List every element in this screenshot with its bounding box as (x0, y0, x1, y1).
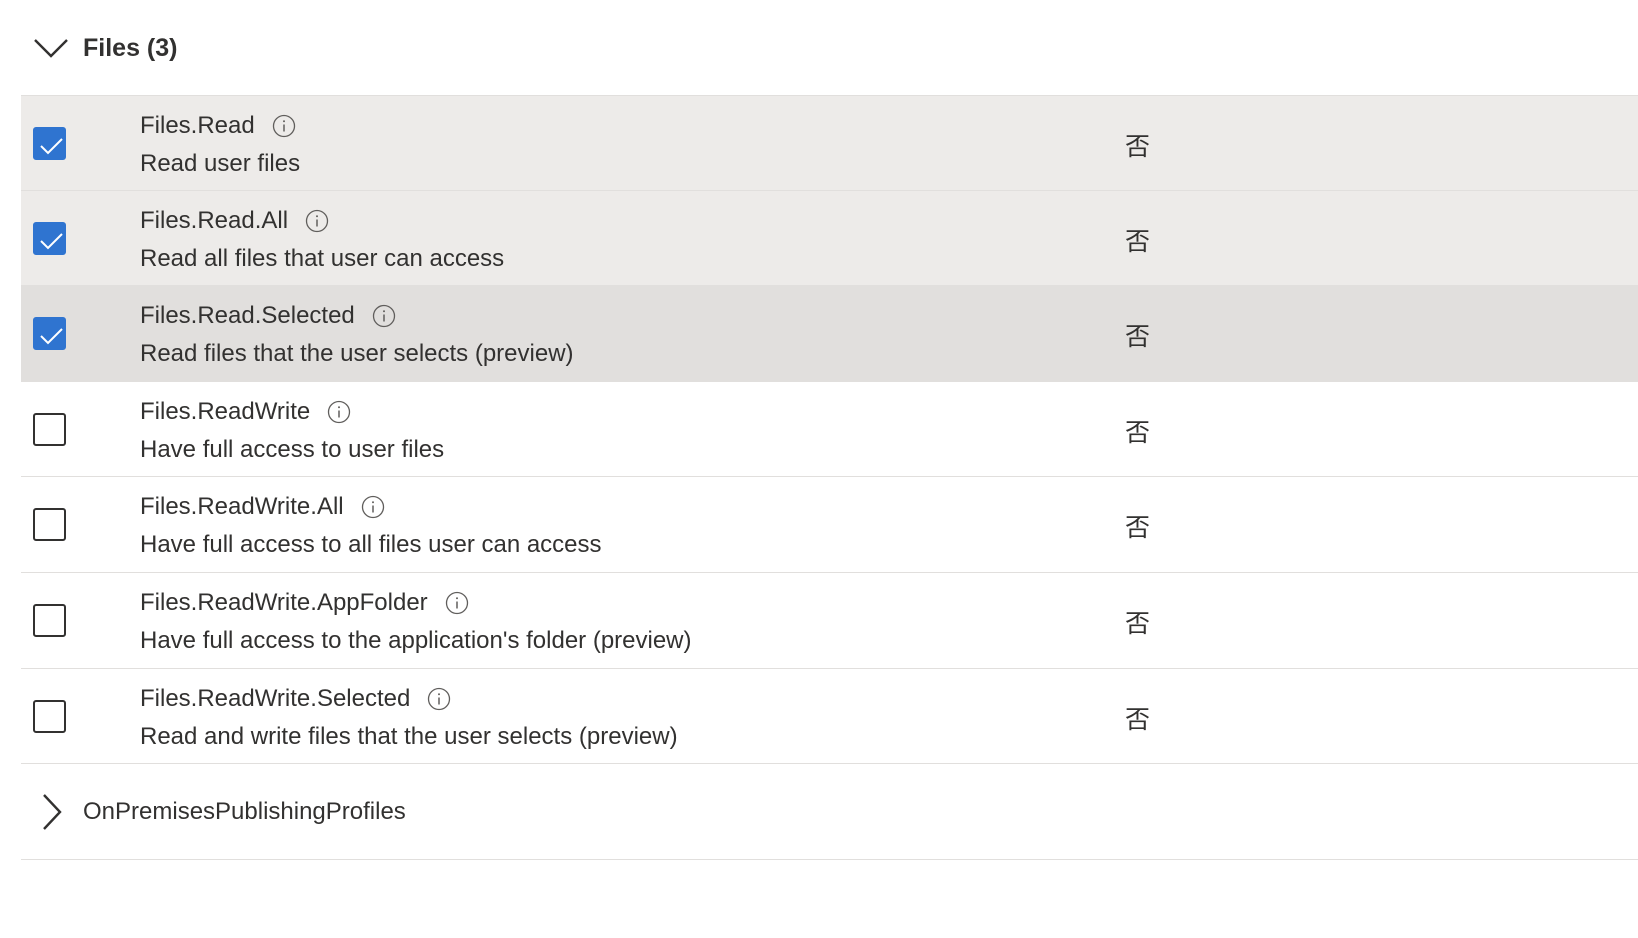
permission-row[interactable]: Files.Read.All Read all files that user … (21, 190, 1638, 287)
group-header-onpremises[interactable]: OnPremisesPublishingProfiles (21, 764, 1638, 861)
permission-checkbox[interactable] (33, 127, 66, 160)
admin-consent-value: 否 (1125, 132, 1151, 161)
permission-checkbox[interactable] (33, 221, 66, 255)
admin-consent-value: 否 (1125, 226, 1151, 256)
group-title: Files (3) (83, 34, 178, 62)
checkmark-icon (40, 232, 63, 250)
admin-consent-value: 否 (1125, 322, 1151, 352)
permission-description: Read all files that user can access (140, 244, 505, 272)
permission-name-wrap: Files.ReadWrite.Selected (140, 685, 451, 713)
permission-name: Files.Read.All (140, 206, 289, 234)
permission-row[interactable]: Files.Read.Selected Read files that the … (21, 286, 1638, 382)
permissions-table: Files.Read Read user files 否 Files.Read.… (21, 95, 1638, 861)
checkmark-icon (40, 328, 63, 345)
info-icon[interactable] (327, 400, 351, 424)
permission-name-wrap: Files.ReadWrite.AppFolder (140, 589, 469, 617)
group-title: OnPremisesPublishingProfiles (83, 798, 406, 826)
permission-name-wrap: Files.Read.Selected (140, 302, 396, 330)
permission-name-wrap: Files.ReadWrite.All (140, 493, 385, 521)
permission-checkbox[interactable] (33, 603, 66, 637)
info-icon[interactable] (445, 591, 469, 615)
permission-name-wrap: Files.Read (140, 112, 296, 140)
permission-row[interactable]: Files.ReadWrite.AppFolder Have full acce… (21, 573, 1638, 669)
permission-name: Files.Read.Selected (140, 302, 355, 330)
permission-row[interactable]: Files.ReadWrite.All Have full access to … (21, 477, 1638, 573)
permission-name-wrap: Files.ReadWrite (140, 398, 351, 426)
permission-name: Files.ReadWrite.All (140, 493, 344, 521)
permission-description: Have full access to all files user can a… (140, 531, 602, 559)
info-icon[interactable] (272, 114, 296, 138)
permission-name: Files.Read (140, 112, 255, 139)
info-icon[interactable] (361, 495, 385, 519)
permission-description: Read and write files that the user selec… (140, 722, 678, 750)
permission-row[interactable]: Files.ReadWrite.Selected Read and write … (21, 669, 1638, 765)
permission-name-wrap: Files.Read.All (140, 207, 329, 235)
permissions-panel: Files (3) Files.Read Read user files 否 F… (0, 0, 1638, 938)
chevron-right-icon[interactable] (39, 792, 65, 832)
permission-checkbox[interactable] (33, 412, 66, 446)
checkmark-icon (40, 138, 63, 155)
permission-checkbox[interactable] (33, 699, 66, 733)
permission-description: Read files that the user selects (previe… (140, 340, 574, 368)
info-icon[interactable] (305, 209, 329, 233)
permission-description: Read user files (140, 150, 301, 177)
permission-description: Have full access to user files (140, 435, 445, 463)
permission-name: Files.ReadWrite.Selected (140, 684, 411, 712)
permission-checkbox[interactable] (33, 317, 66, 351)
permission-description: Have full access to the application's fo… (140, 626, 692, 654)
chevron-down-icon[interactable] (32, 34, 72, 62)
permission-name: Files.ReadWrite.AppFolder (140, 588, 428, 616)
admin-consent-value: 否 (1125, 704, 1151, 734)
permission-name: Files.ReadWrite (140, 397, 311, 425)
info-icon[interactable] (427, 687, 451, 711)
permission-row[interactable]: Files.ReadWrite Have full access to user… (21, 382, 1638, 478)
admin-consent-value: 否 (1125, 513, 1151, 543)
admin-consent-value: 否 (1125, 608, 1151, 638)
info-icon[interactable] (372, 304, 396, 328)
group-header-files[interactable]: Files (3) (0, 14, 1638, 82)
permission-row[interactable]: Files.Read Read user files 否 (21, 95, 1638, 191)
permission-checkbox[interactable] (33, 508, 66, 542)
admin-consent-value: 否 (1125, 417, 1151, 447)
